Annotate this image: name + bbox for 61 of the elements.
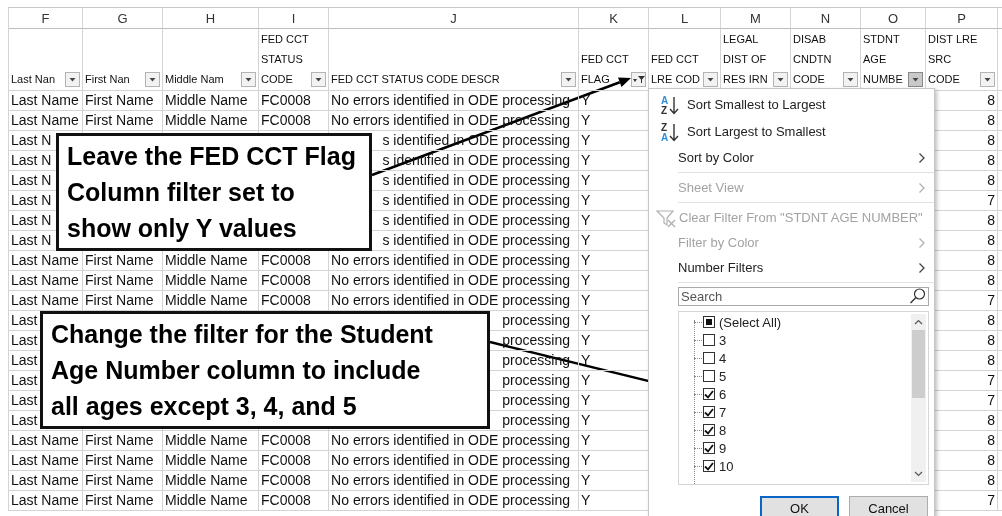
table-cell: FC0008	[259, 471, 329, 491]
header-label: DISAB CNDTN CODE	[793, 32, 832, 87]
table-cell: Last Name	[9, 271, 83, 291]
table-cell: First Name	[83, 491, 163, 511]
column-header[interactable]: L	[649, 8, 721, 29]
table-cell: FC0008	[259, 431, 329, 451]
table-cell: Middle Name	[163, 491, 259, 511]
table-cell: Middle Name	[163, 471, 259, 491]
table-cell: No errors identified in ODE processing	[329, 491, 579, 511]
table-cell: Middle Name	[163, 111, 259, 131]
table-cell: FC0008	[259, 491, 329, 511]
column-header[interactable]: F	[9, 8, 83, 29]
table-cell: Last Name	[9, 491, 83, 511]
search-field[interactable]: Search	[678, 287, 929, 306]
table-cell: First Name	[83, 111, 163, 131]
column-header[interactable]: H	[163, 8, 259, 29]
column-header[interactable]: G	[83, 8, 163, 29]
table-cell: Last Name	[9, 111, 83, 131]
table-cell: First Name	[83, 451, 163, 471]
header-label: FED CCT STATUS CODE DESCR	[331, 72, 500, 87]
table-cell: No errors identified in ODE processing	[329, 271, 579, 291]
column-header[interactable]: J	[329, 8, 579, 29]
header-label: First Nan	[85, 72, 130, 87]
header-label: FED CCT FLAG	[581, 52, 629, 87]
header-label: Last Nan	[11, 72, 56, 87]
table-cell: FC0008	[259, 111, 329, 131]
table-cell: First Name	[83, 471, 163, 491]
table-cell: First Name	[83, 431, 163, 451]
column-header[interactable]: O	[861, 8, 926, 29]
column-header[interactable]: P	[926, 8, 998, 29]
header-label: LEGAL DIST OF RES IRN	[723, 32, 768, 87]
table-cell: First Name	[83, 271, 163, 291]
table-cell: FC0008	[259, 451, 329, 471]
header-label: DIST LRE SRC CODE	[928, 32, 978, 87]
ok-button[interactable]: OK	[760, 496, 839, 516]
callout: Leave the FED CCT Flag Column filter set to show only Y values	[56, 133, 372, 251]
cancel-button[interactable]: Cancel	[849, 496, 928, 516]
column-header[interactable]: N	[791, 8, 861, 29]
table-cell: Last Name	[9, 451, 83, 471]
table-cell: No errors identified in ODE processing	[329, 91, 579, 111]
column-header[interactable]: K	[579, 8, 649, 29]
table-cell: Middle Name	[163, 91, 259, 111]
table-cell: No errors identified in ODE processing	[329, 451, 579, 471]
table-cell: Last Name	[9, 431, 83, 451]
table-cell: Last Name	[9, 91, 83, 111]
table-cell: Middle Name	[163, 451, 259, 471]
table-cell: Last Name	[9, 471, 83, 491]
header-label: FED CCT LRE COD	[651, 52, 700, 87]
table-cell: FC0008	[259, 271, 329, 291]
header-label: FED CCT STATUS CODE	[261, 32, 309, 87]
table-cell: Middle Name	[163, 431, 259, 451]
header-label: STDNT AGE NUMBE	[863, 32, 903, 87]
table-cell: FC0008	[259, 91, 329, 111]
table-cell: Middle Name	[163, 271, 259, 291]
column-header[interactable]: I	[259, 8, 329, 29]
column-header[interactable]: M	[721, 8, 791, 29]
table-cell: No errors identified in ODE processing	[329, 431, 579, 451]
table-cell: No errors identified in ODE processing	[329, 471, 579, 491]
callout: Change the filter for the Student Age Number column to include all ages except 3, 4, and 5	[40, 311, 490, 429]
table-cell: First Name	[83, 91, 163, 111]
header-label: Middle Nam	[165, 72, 224, 87]
